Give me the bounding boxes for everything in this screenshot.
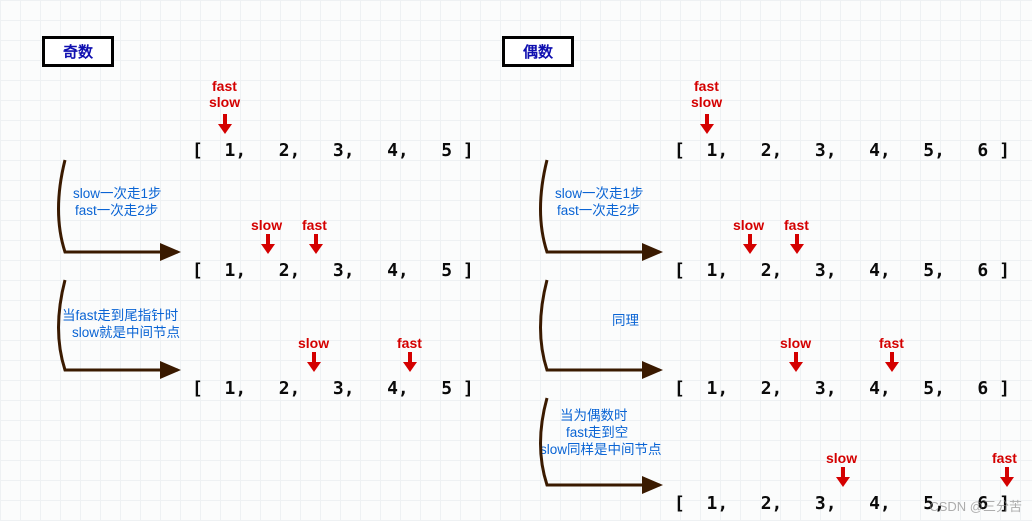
array-row-odd-2: [ 1, 2, 3, 4, 5 ] xyxy=(192,260,474,281)
note-even-step2: 同理 xyxy=(612,313,639,330)
ptr-slow-label: slow xyxy=(251,217,282,233)
ptr-slow-label: slow xyxy=(826,450,857,466)
note-odd-step1b: fast一次走2步 xyxy=(75,203,158,220)
step-arrow-icon xyxy=(532,272,692,390)
arrow-down-icon xyxy=(885,352,899,374)
arrow-down-icon xyxy=(700,114,714,136)
array-row-odd-3: [ 1, 2, 3, 4, 5 ] xyxy=(192,378,474,399)
ptr-slow-label: slow xyxy=(691,94,722,110)
arrow-down-icon xyxy=(790,234,804,256)
arrow-down-icon xyxy=(403,352,417,374)
ptr-slow-label: slow xyxy=(298,335,329,351)
arrow-down-icon xyxy=(309,234,323,256)
ptr-fast-label: fast xyxy=(212,78,237,94)
note-even-step1a: slow一次走1步 xyxy=(555,186,644,203)
ptr-fast-label: fast xyxy=(992,450,1017,466)
arrow-down-icon xyxy=(743,234,757,256)
ptr-slow-label: slow xyxy=(780,335,811,351)
arrow-down-icon xyxy=(836,467,850,489)
arrow-down-icon xyxy=(307,352,321,374)
title-even: 偶数 xyxy=(502,36,574,67)
watermark-text: CSDN @三分苦 xyxy=(929,496,1022,515)
note-even-step3a: 当为偶数时 xyxy=(560,408,628,425)
array-row-even-1: [ 1, 2, 3, 4, 5, 6 ] xyxy=(674,140,1010,161)
ptr-fast-label: fast xyxy=(397,335,422,351)
array-row-even-2: [ 1, 2, 3, 4, 5, 6 ] xyxy=(674,260,1010,281)
ptr-fast-label: fast xyxy=(302,217,327,233)
note-odd-step1a: slow一次走1步 xyxy=(73,186,162,203)
note-even-step1b: fast一次走2步 xyxy=(557,203,640,220)
title-odd: 奇数 xyxy=(42,36,114,67)
ptr-slow-label: slow xyxy=(733,217,764,233)
array-row-odd-1: [ 1, 2, 3, 4, 5 ] xyxy=(192,140,474,161)
arrow-down-icon xyxy=(218,114,232,136)
array-row-even-3: [ 1, 2, 3, 4, 5, 6 ] xyxy=(674,378,1010,399)
ptr-slow-label: slow xyxy=(209,94,240,110)
ptr-fast-label: fast xyxy=(784,217,809,233)
ptr-fast-label: fast xyxy=(694,78,719,94)
note-odd-step2a: 当fast走到尾指针时 xyxy=(62,308,178,325)
arrow-down-icon xyxy=(789,352,803,374)
arrow-down-icon xyxy=(1000,467,1014,489)
arrow-down-icon xyxy=(261,234,275,256)
note-odd-step2b: slow就是中间节点 xyxy=(72,325,180,342)
ptr-fast-label: fast xyxy=(879,335,904,351)
note-even-step3b: fast走到空 xyxy=(566,425,628,442)
note-even-step3c: slow同样是中间节点 xyxy=(540,442,662,459)
